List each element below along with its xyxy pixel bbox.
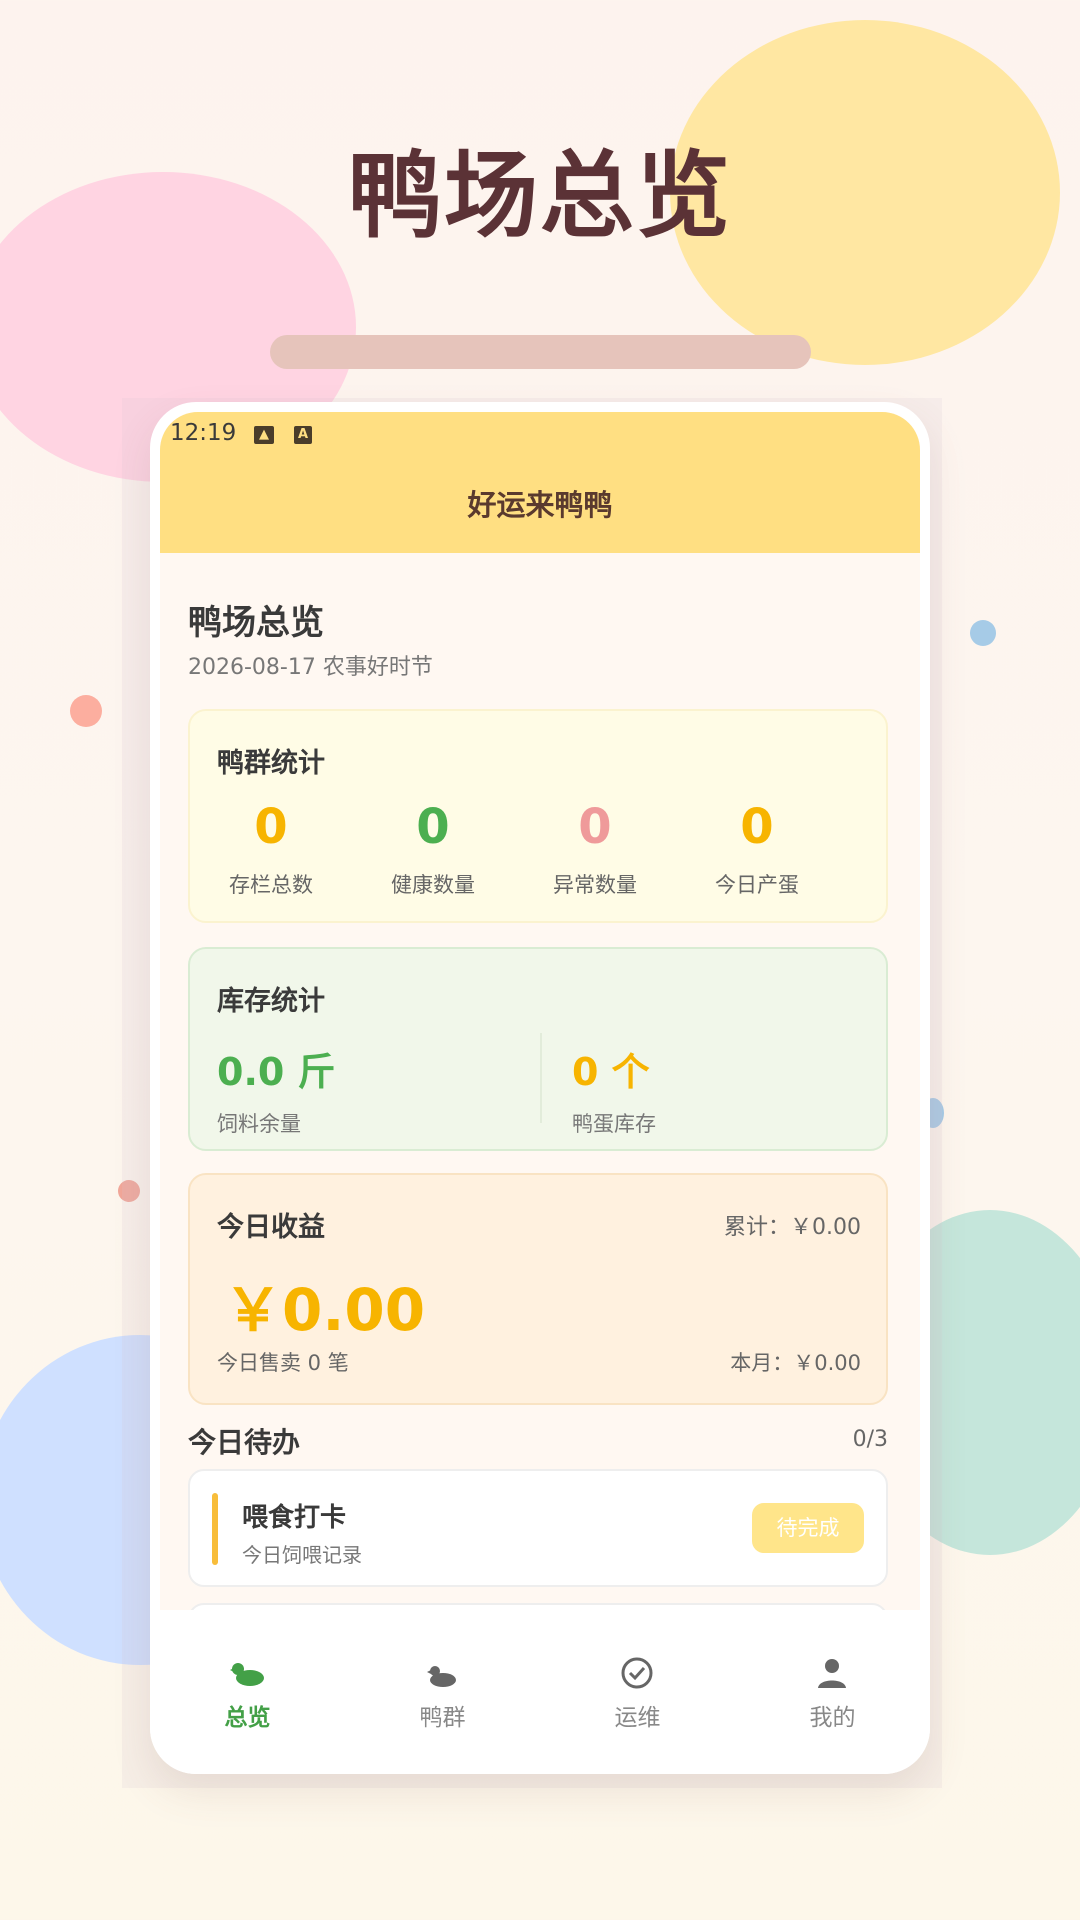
task-status-button[interactable]: 待完成 [752, 1503, 864, 1553]
stat-stock-total: 0 存栏总数 [190, 803, 352, 899]
feed-label: 饲料余量 [217, 1112, 301, 1136]
task-description: 今日饲喂记录 [242, 1543, 362, 1567]
stat-label: 健康数量 [391, 873, 475, 897]
feed-stock: 0.0 斤 饲料余量 [217, 1041, 336, 1138]
stat-label: 存栏总数 [229, 873, 313, 897]
task-name: 喂食打卡 [242, 1503, 347, 1533]
income-amount: ￥0.00 [224, 1276, 426, 1344]
flock-stats-title: 鸭群统计 [217, 748, 325, 779]
bottom-tab-bar: 总览 鸭群 运维 我的 [150, 1610, 930, 1774]
hero-decor-bar [270, 335, 811, 369]
font-icon: A [294, 426, 312, 444]
tab-label: 运维 [614, 1705, 661, 1731]
inventory-card: 库存统计 0.0 斤 饲料余量 0 个 鸭蛋库存 [188, 947, 888, 1151]
app-screen: 12:19 ▲ A 好运来鸭鸭 鸭场总览 2026-08-17 农事好时节 鸭群… [160, 412, 920, 1764]
app-bar: 12:19 ▲ A 好运来鸭鸭 [160, 412, 920, 553]
income-month: 本月：￥0.00 [730, 1351, 861, 1375]
page-date: 2026-08-17 农事好时节 [188, 655, 433, 680]
stat-abnormal: 0 异常数量 [514, 803, 676, 899]
todo-count: 0/3 [852, 1427, 888, 1452]
image-icon: ▲ [254, 426, 274, 444]
stat-value: 0 [578, 799, 612, 855]
stat-value: 0 [254, 799, 288, 855]
hero-title: 鸭场总览 [347, 142, 732, 251]
todo-title: 今日待办 [188, 1426, 301, 1459]
todo-item-feeding[interactable]: 喂食打卡 今日饲喂记录 待完成 [188, 1469, 888, 1587]
flock-stats-card: 鸭群统计 0 存栏总数 0 健康数量 0 异常数量 0 今日产蛋 [188, 709, 888, 923]
check-circle-icon [621, 1657, 653, 1689]
tab-label: 总览 [224, 1705, 271, 1731]
stat-value: 0 [416, 799, 450, 855]
income-sales-count: 今日售卖 0 笔 [217, 1351, 349, 1375]
tab-operations[interactable]: 运维 [540, 1610, 735, 1731]
tab-flock[interactable]: 鸭群 [345, 1610, 540, 1731]
egg-stock: 0 个 鸭蛋库存 [572, 1041, 656, 1138]
background-dot [970, 620, 996, 646]
status-time: 12:19 [170, 420, 237, 446]
tab-overview[interactable]: 总览 [150, 1610, 345, 1731]
feed-value: 0.0 斤 [217, 1050, 336, 1094]
stat-eggs-today: 0 今日产蛋 [676, 803, 838, 899]
income-total: 累计：￥0.00 [724, 1215, 861, 1240]
income-title: 今日收益 [217, 1212, 325, 1243]
inventory-title: 库存统计 [217, 986, 325, 1017]
phone-frame: 12:19 ▲ A 好运来鸭鸭 鸭场总览 2026-08-17 农事好时节 鸭群… [150, 402, 930, 1774]
stat-label: 今日产蛋 [715, 873, 799, 897]
flock-icon [427, 1666, 456, 1687]
tab-label: 鸭群 [419, 1705, 466, 1731]
overview-content[interactable]: 鸭场总览 2026-08-17 农事好时节 鸭群统计 0 存栏总数 0 健康数量… [160, 553, 920, 1663]
inventory-divider [540, 1033, 542, 1123]
egg-label: 鸭蛋库存 [572, 1112, 656, 1136]
background-dot [70, 695, 102, 727]
tab-profile[interactable]: 我的 [735, 1610, 930, 1731]
stat-value: 0 [740, 799, 774, 855]
app-title: 好运来鸭鸭 [467, 488, 613, 522]
stat-healthy: 0 健康数量 [352, 803, 514, 899]
person-icon [818, 1659, 846, 1688]
egg-value: 0 个 [572, 1050, 650, 1094]
income-card: 今日收益 累计：￥0.00 ￥0.00 今日售卖 0 笔 本月：￥0.00 [188, 1173, 888, 1405]
page-title: 鸭场总览 [188, 603, 324, 643]
stat-label: 异常数量 [553, 873, 637, 897]
duck-icon [230, 1663, 264, 1686]
task-accent-bar [212, 1493, 218, 1565]
tab-label: 我的 [809, 1705, 856, 1731]
